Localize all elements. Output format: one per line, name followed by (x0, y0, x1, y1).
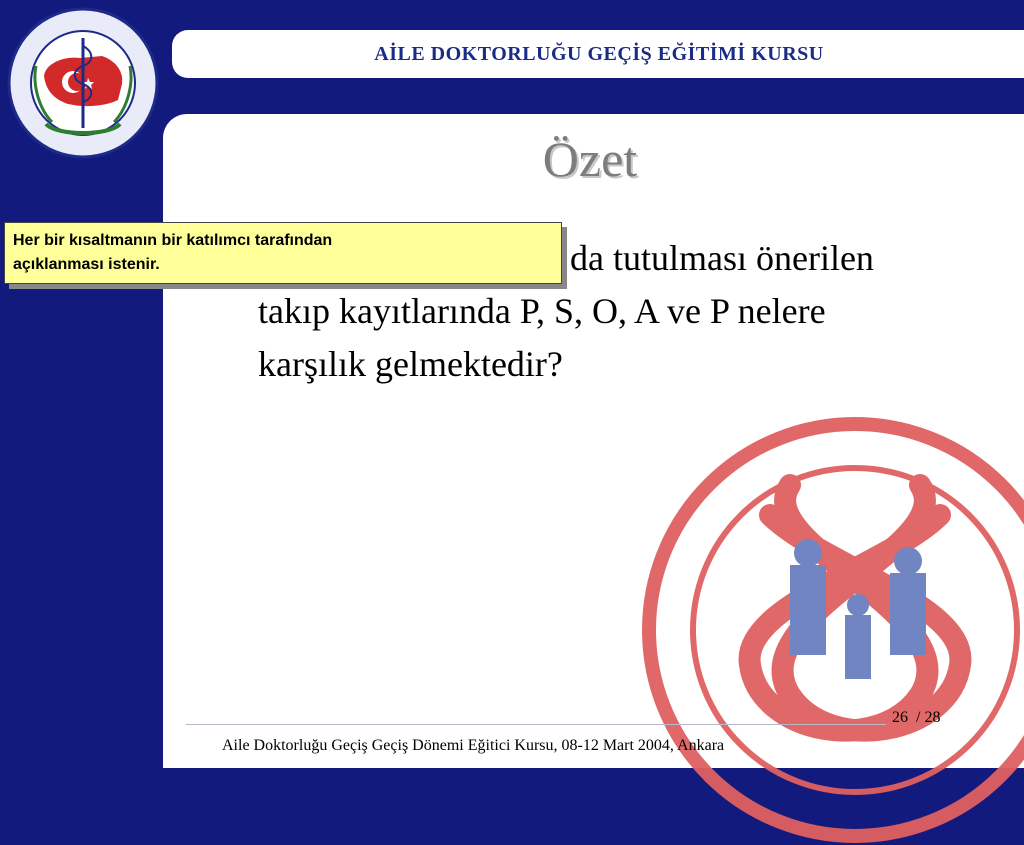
body-line-2: takıp kayıtlarında P, S, O, A ve P neler… (258, 291, 826, 331)
instructor-note-callout: Her bir kısaltmanın bir katılımcı tarafı… (4, 222, 562, 284)
slide-title: Özet (542, 131, 638, 187)
body-line-3: karşılık gelmektedir? (258, 344, 563, 384)
page-counter: 26 / 28 (892, 709, 940, 727)
header-title: AİLE DOKTORLUĞU GEÇİŞ EĞİTİMİ KURSU (374, 42, 824, 65)
note-line-2: açıklanması istenir. (13, 256, 160, 273)
note-line-1: Her bir kısaltmanın bir katılımcı tarafı… (13, 232, 333, 249)
tahud-watermark-logo (642, 417, 1024, 843)
ministry-of-health-logo (7, 7, 159, 159)
footer-text: Aile Doktorluğu Geçiş Geçiş Dönemi Eğiti… (222, 737, 725, 754)
footer-divider (186, 724, 886, 725)
page-current: 26 (892, 709, 908, 726)
page-total: / 28 (916, 709, 941, 726)
header-bar: AİLE DOKTORLUĞU GEÇİŞ EĞİTİMİ KURSU (172, 30, 1024, 78)
